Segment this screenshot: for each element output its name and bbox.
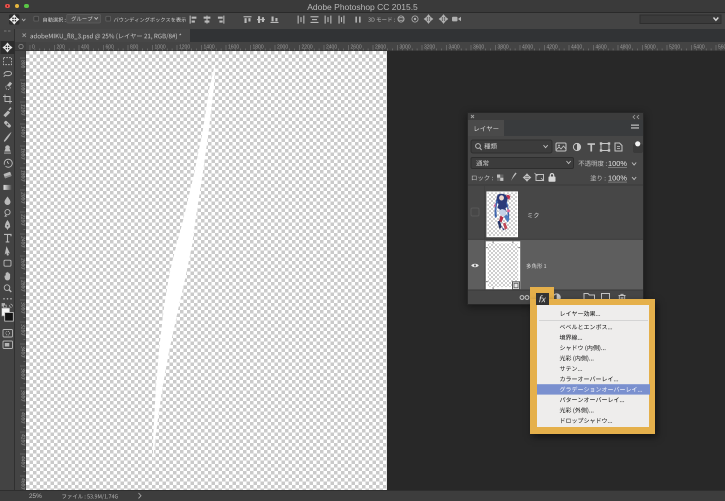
- svg-text:2000: 2000: [277, 45, 288, 51]
- svg-text:1800: 1800: [253, 45, 264, 51]
- svg-text:5200: 5200: [669, 45, 680, 51]
- svg-text:1400: 1400: [204, 45, 215, 51]
- svg-text:1200: 1200: [179, 45, 190, 51]
- svg-text:200: 200: [57, 45, 66, 51]
- svg-text:100%: 100%: [608, 174, 627, 183]
- svg-text:600: 600: [106, 45, 115, 51]
- svg-text:1000: 1000: [155, 45, 166, 51]
- svg-text:5000: 5000: [645, 45, 656, 51]
- svg-text:4200: 4200: [547, 45, 558, 51]
- svg-text:2800: 2800: [375, 45, 386, 51]
- svg-text:3200: 3200: [424, 45, 435, 51]
- svg-text:5400: 5400: [694, 45, 705, 51]
- svg-text:25%: 25%: [29, 493, 42, 500]
- svg-text:1600: 1600: [228, 45, 239, 51]
- svg-text:100%: 100%: [608, 159, 627, 168]
- svg-text:3000: 3000: [400, 45, 411, 51]
- svg-text:4600: 4600: [596, 45, 607, 51]
- svg-text:0: 0: [32, 45, 35, 51]
- svg-text:800: 800: [130, 45, 139, 51]
- svg-text:2400: 2400: [326, 45, 337, 51]
- svg-text:2200: 2200: [302, 45, 313, 51]
- svg-text:2600: 2600: [351, 45, 362, 51]
- svg-text:400: 400: [81, 45, 90, 51]
- svg-text:4800: 4800: [620, 45, 631, 51]
- svg-text:3600: 3600: [473, 45, 484, 51]
- svg-text:3400: 3400: [449, 45, 460, 51]
- svg-text:5600: 5600: [718, 45, 725, 51]
- svg-text:3800: 3800: [498, 45, 509, 51]
- svg-text:4000: 4000: [522, 45, 533, 51]
- svg-text:4400: 4400: [571, 45, 582, 51]
